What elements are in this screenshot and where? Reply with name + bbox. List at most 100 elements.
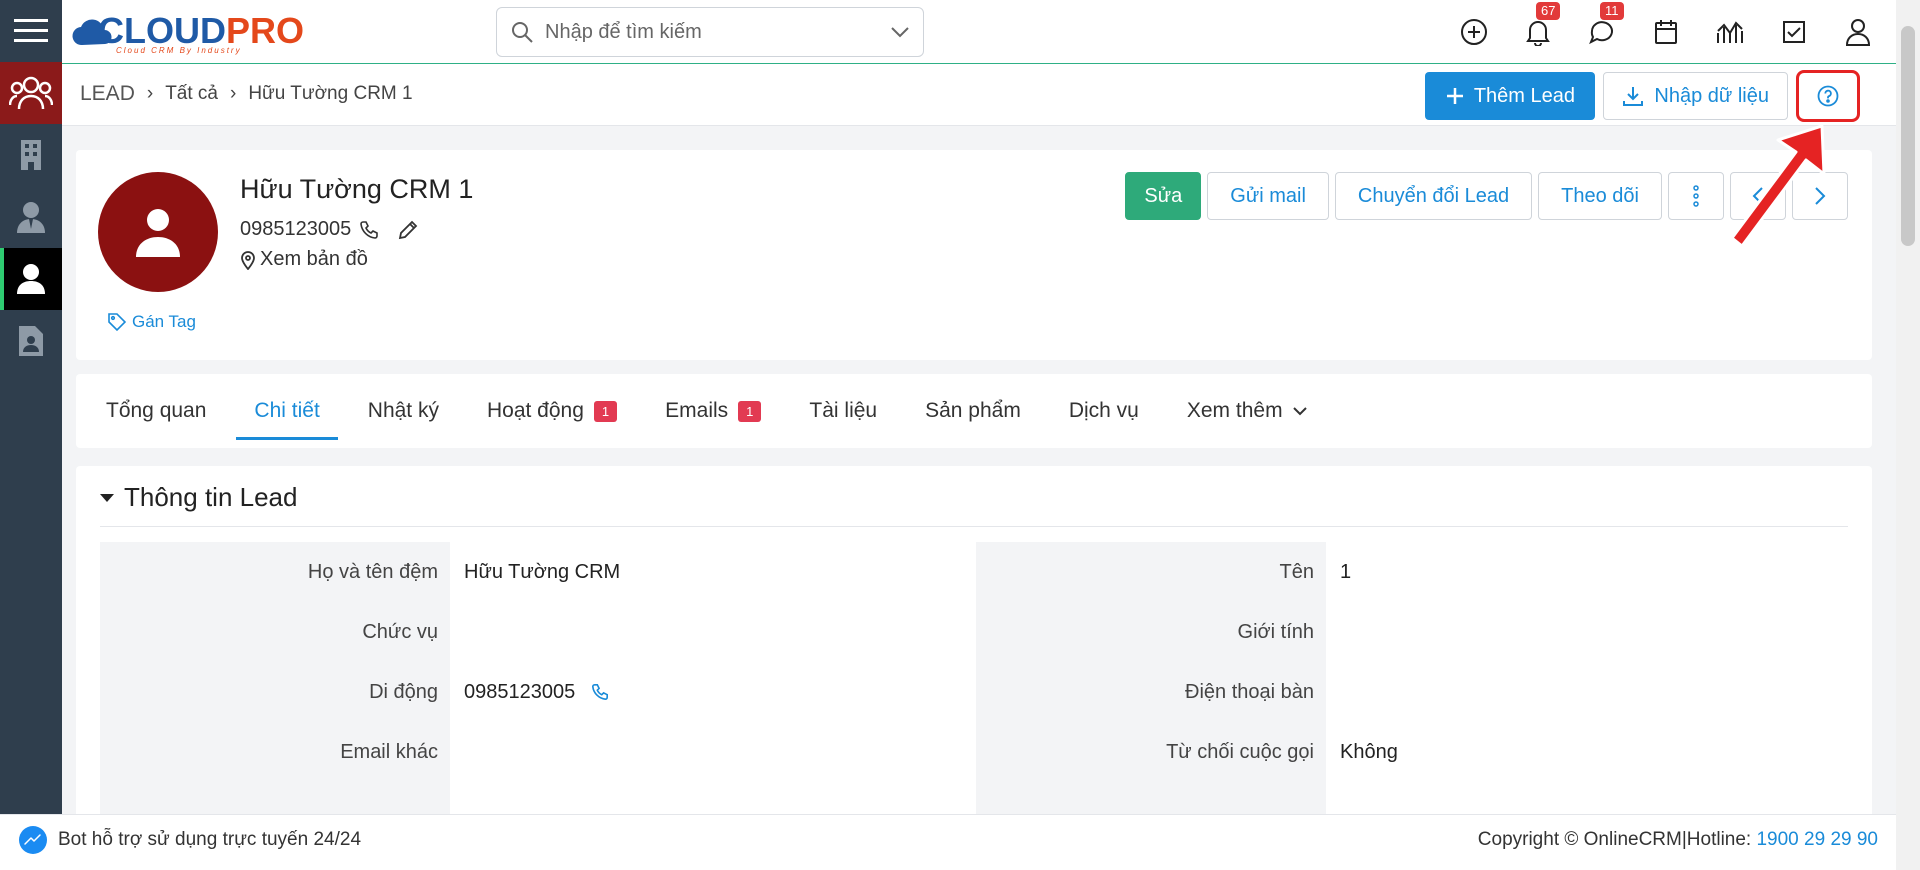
person-tie-icon bbox=[17, 202, 45, 233]
notification-badge: 67 bbox=[1536, 2, 1561, 20]
task-checkbox-icon[interactable] bbox=[1778, 16, 1810, 48]
tag-icon bbox=[108, 313, 126, 331]
tab-detail[interactable]: Chi tiết bbox=[236, 374, 339, 448]
hotline-link[interactable]: 1900 29 29 90 bbox=[1756, 829, 1878, 850]
bot-text: Bot hỗ trợ sử dụng trực tuyến 24/24 bbox=[58, 828, 362, 850]
download-icon bbox=[1623, 87, 1644, 106]
caret-down-icon bbox=[100, 493, 114, 502]
chat-bot-link[interactable]: Bot hỗ trợ sử dụng trực tuyến 24/24 bbox=[18, 825, 361, 855]
tab-products[interactable]: Sản phẩm bbox=[907, 374, 1039, 448]
search-input[interactable]: Nhập để tìm kiếm bbox=[545, 21, 891, 44]
section-header[interactable]: Thông tin Lead bbox=[100, 482, 297, 513]
field-row: Điện thoại bàn bbox=[976, 662, 1848, 722]
annotation-arrow bbox=[1730, 124, 1826, 248]
calendar-icon[interactable] bbox=[1650, 16, 1682, 48]
field-value: 1 bbox=[1340, 560, 1352, 583]
search-icon bbox=[512, 22, 533, 43]
detail-tabs: Tổng quan Chi tiết Nhật ký Hoạt động 1 Em… bbox=[76, 374, 1872, 448]
lead-profile-card: Hữu Tường CRM 1 0985123005 Xem bản đồ Gá… bbox=[76, 150, 1872, 360]
assign-tag-link[interactable]: Gán Tag bbox=[108, 312, 196, 332]
sidebar-item-contact-person[interactable] bbox=[0, 186, 62, 248]
copyright: Copyright © OnlineCRM|Hotline: 1900 29 2… bbox=[1478, 829, 1878, 851]
more-options-button[interactable] bbox=[1668, 172, 1724, 220]
sidebar-item-contacts[interactable] bbox=[0, 62, 62, 124]
tab-products-label: Sản phẩm bbox=[925, 399, 1021, 422]
map-link[interactable]: Xem bản đồ bbox=[240, 248, 368, 271]
field-label: Email khác bbox=[100, 722, 450, 782]
help-button[interactable] bbox=[1796, 70, 1860, 122]
divider bbox=[100, 526, 1848, 527]
copyright-text: Copyright © OnlineCRM|Hotline: bbox=[1477, 828, 1757, 850]
tab-services[interactable]: Dịch vụ bbox=[1051, 374, 1157, 448]
users-icon bbox=[9, 76, 53, 110]
field-label: Điện thoại bàn bbox=[976, 662, 1326, 722]
assign-tag-label: Gán Tag bbox=[132, 312, 196, 331]
bell-icon[interactable]: 67 bbox=[1522, 2, 1561, 48]
breadcrumb-bar: LEAD › Tất cả › Hữu Tường CRM 1 Thêm Lea… bbox=[62, 64, 1896, 126]
vertical-dots-icon bbox=[1693, 185, 1699, 207]
page-actions: Thêm Lead Nhập dữ liệu bbox=[1425, 70, 1860, 122]
report-chart-icon[interactable] bbox=[1714, 16, 1746, 48]
tab-emails-label: Emails bbox=[665, 399, 729, 422]
sidebar-item-contact-card[interactable] bbox=[0, 310, 62, 372]
logo-tagline: Cloud CRM By Industry bbox=[116, 46, 242, 55]
tab-log[interactable]: Nhật ký bbox=[350, 374, 457, 448]
avatar bbox=[98, 172, 218, 292]
footer: Bot hỗ trợ sử dụng trực tuyến 24/24 Copy… bbox=[0, 814, 1896, 870]
field-value: Hữu Tường CRM bbox=[464, 560, 621, 583]
chat-icon[interactable]: 11 bbox=[1586, 2, 1624, 48]
chevron-down-icon[interactable] bbox=[891, 26, 909, 38]
top-header: CLOUDPRO Cloud CRM By Industry Nhập để t… bbox=[62, 0, 1896, 64]
tab-overview[interactable]: Tổng quan bbox=[88, 374, 224, 448]
field-label: Giới tính bbox=[976, 602, 1326, 662]
sidebar-item-lead[interactable] bbox=[0, 248, 62, 310]
scroll-thumb[interactable] bbox=[1901, 26, 1915, 246]
field-row: Di động 0985123005 bbox=[100, 662, 952, 722]
convert-lead-button[interactable]: Chuyển đổi Lead bbox=[1334, 172, 1533, 220]
follow-button[interactable]: Theo dõi bbox=[1538, 172, 1662, 220]
plus-icon bbox=[1446, 88, 1463, 104]
person-icon bbox=[17, 264, 45, 294]
send-mail-button[interactable]: Gửi mail bbox=[1207, 172, 1329, 220]
tab-more[interactable]: Xem thêm bbox=[1169, 374, 1325, 448]
sidebar bbox=[0, 0, 62, 870]
breadcrumb-all[interactable]: Tất cả bbox=[165, 83, 218, 105]
field-label: Họ và tên đệm bbox=[100, 542, 450, 602]
field-label: Chức vụ bbox=[100, 602, 450, 662]
logo[interactable]: CLOUDPRO Cloud CRM By Industry bbox=[72, 6, 304, 56]
person-icon bbox=[136, 209, 180, 257]
add-lead-label: Thêm Lead bbox=[1473, 84, 1575, 107]
field-label: Từ chối cuộc gọi bbox=[976, 722, 1326, 782]
tab-emails[interactable]: Emails 1 bbox=[647, 374, 779, 448]
activity-count-badge: 1 bbox=[593, 400, 618, 422]
breadcrumb-root[interactable]: LEAD bbox=[80, 82, 135, 106]
pencil-icon[interactable] bbox=[397, 219, 419, 241]
lead-info-section: Thông tin Lead Họ và tên đệm Hữu Tường C… bbox=[76, 466, 1872, 870]
tab-detail-label: Chi tiết bbox=[254, 399, 320, 422]
add-icon[interactable] bbox=[1458, 16, 1490, 48]
import-data-label: Nhập dữ liệu bbox=[1654, 84, 1769, 107]
field-label: Tên bbox=[976, 542, 1326, 602]
import-data-button[interactable]: Nhập dữ liệu bbox=[1603, 72, 1788, 120]
tab-documents[interactable]: Tài liệu bbox=[791, 374, 895, 448]
menu-icon[interactable] bbox=[0, 0, 62, 62]
user-profile-icon[interactable] bbox=[1842, 16, 1874, 48]
tab-activity[interactable]: Hoạt động 1 bbox=[469, 374, 635, 448]
edit-button[interactable]: Sửa bbox=[1125, 172, 1202, 220]
phone-icon[interactable] bbox=[591, 683, 609, 701]
search-box[interactable]: Nhập để tìm kiếm bbox=[496, 7, 924, 57]
scrollbar[interactable] bbox=[1896, 0, 1920, 870]
tab-activity-label: Hoạt động bbox=[486, 399, 584, 422]
question-circle-icon bbox=[1817, 85, 1839, 107]
sidebar-item-company[interactable] bbox=[0, 124, 62, 186]
field-row: Họ và tên đệm Hữu Tường CRM bbox=[100, 542, 952, 602]
field-value-mobile: 0985123005 bbox=[464, 662, 609, 722]
field-row: Tên 1 bbox=[976, 542, 1848, 602]
chevron-down-icon bbox=[1292, 407, 1307, 416]
breadcrumb: LEAD › Tất cả › Hữu Tường CRM 1 bbox=[80, 82, 413, 106]
phone-icon[interactable] bbox=[359, 220, 379, 240]
building-icon bbox=[21, 140, 41, 170]
lead-phone: 0985123005 bbox=[240, 218, 352, 240]
add-lead-button[interactable]: Thêm Lead bbox=[1425, 72, 1596, 120]
mobile-number: 0985123005 bbox=[464, 680, 576, 703]
